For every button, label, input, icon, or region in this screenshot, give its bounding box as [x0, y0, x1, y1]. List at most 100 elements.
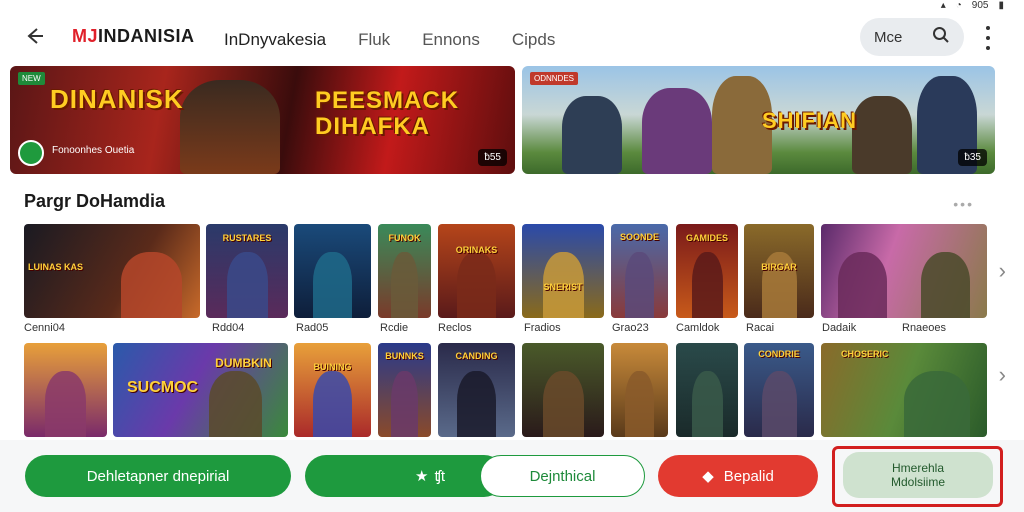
game-art	[313, 252, 352, 318]
chevron-right-icon[interactable]: ›	[999, 258, 1006, 284]
secondary-action-button[interactable]: Dejnthical	[480, 455, 645, 497]
game-caption: Fradios	[524, 322, 561, 334]
section-title: Pargr DoHamdia	[24, 191, 166, 211]
game-tile[interactable]: SNERIST	[522, 224, 604, 318]
game-art	[391, 252, 418, 318]
game-tile[interactable]	[611, 343, 668, 437]
game-tile-title: CANDING	[455, 350, 498, 361]
game-caption: Rnaeoes	[902, 322, 947, 334]
star-icon: ★	[415, 468, 429, 485]
banner-tag: ODNNDES	[530, 72, 579, 85]
game-tile[interactable]: LUINAS KAS	[24, 224, 200, 318]
game-tile-title: CHOSERIC	[841, 348, 889, 359]
game-tile-title: ORINAKS	[455, 244, 498, 255]
banner-subtitle: Fonoonhes Ouetia	[52, 145, 135, 156]
game-caption: Dadaik	[822, 322, 857, 334]
game-caption: Rdd04	[212, 322, 245, 334]
game-caption: Racai	[746, 322, 775, 334]
game-art	[625, 371, 654, 437]
tab-fluk[interactable]: Fluk	[342, 12, 406, 68]
back-arrow-icon[interactable]	[20, 22, 48, 50]
game-tile[interactable]	[821, 224, 987, 318]
game-tile-title: SOONDE	[619, 231, 659, 242]
banner-badge: ƀ35	[958, 149, 987, 166]
game-tile[interactable]	[24, 343, 107, 437]
game-tile-title: SNERIST	[543, 282, 583, 293]
tab-bar: InDnyvakesia Fluk Ennons Cipds	[208, 12, 571, 76]
search-button[interactable]: Mce	[860, 18, 964, 56]
game-tile-title: BIRGAR	[761, 261, 797, 272]
app-logo[interactable]: MJINDANISIA	[72, 26, 195, 47]
game-tile[interactable]: SOONDE	[611, 224, 668, 318]
game-art	[691, 252, 723, 318]
game-tile[interactable]: RUSTARES	[206, 224, 288, 318]
game-tile[interactable]: ORINAKS	[438, 224, 515, 318]
game-caption: Reclos	[438, 322, 472, 334]
game-tile[interactable]: SUCMOC DUMBKIN	[113, 343, 288, 437]
game-caption: Grao23	[612, 322, 649, 334]
game-art	[457, 252, 496, 318]
game-art	[691, 371, 723, 437]
tab-ennons[interactable]: Ennons	[406, 12, 496, 68]
game-tile[interactable]: BUINING	[294, 343, 371, 437]
game-art	[313, 371, 352, 437]
primary-action-button[interactable]: Dehletapner dnepirial	[25, 455, 291, 497]
game-tile[interactable]	[676, 343, 738, 437]
game-art	[44, 371, 87, 437]
logo-mark: MJ	[72, 26, 99, 46]
game-tile-title: CONDRIE	[758, 348, 800, 359]
game-tile[interactable]: BUNNKS	[378, 343, 431, 437]
banner-title-2: PEESMACK DIHAFKA	[315, 87, 460, 140]
game-tile[interactable]	[522, 343, 604, 437]
game-tile-title: DUMBKIN	[215, 356, 272, 371]
rate-count: ʧt	[434, 467, 446, 485]
banner-hero-art	[852, 96, 912, 174]
game-art	[904, 371, 971, 437]
game-tile[interactable]: GAMIDES	[676, 224, 738, 318]
search-icon	[932, 26, 950, 48]
top-bar: MJINDANISIA InDnyvakesia Fluk Ennons Cip…	[0, 12, 1024, 76]
banner-hero-art	[562, 96, 622, 174]
game-tile[interactable]	[294, 224, 371, 318]
game-caption: Rad05	[296, 322, 329, 334]
game-tile[interactable]: CANDING	[438, 343, 515, 437]
search-label: Mce	[874, 28, 903, 46]
section-more-icon[interactable]: •••	[953, 196, 974, 212]
game-tile[interactable]: CONDRIE	[744, 343, 814, 437]
banner-tag: NEW	[18, 72, 45, 85]
game-art	[542, 371, 584, 437]
game-caption: Camldok	[676, 322, 720, 334]
game-tile-title: BUINING	[313, 361, 352, 372]
rate-button[interactable]: ★ ʧt	[305, 455, 505, 497]
danger-action-label: Bepalid	[723, 467, 774, 485]
featured-banner-2[interactable]: ODNNDES SHIFIAN ƀ35	[522, 66, 995, 174]
banner-title: DINANISK	[50, 84, 184, 114]
game-art	[391, 371, 418, 437]
battery-icon: ▮	[998, 0, 1004, 11]
game-tile-title: RUSTARES	[222, 233, 272, 244]
banner-title: SHIFIAN	[762, 108, 857, 133]
game-tile[interactable]: BIRGAR	[744, 224, 814, 318]
game-art	[457, 371, 496, 437]
banner-hero-art	[642, 88, 712, 174]
featured-banner-1[interactable]: NEW DINANISK PEESMACK DIHAFKA Fonoonhes …	[10, 66, 515, 174]
game-tile-title: SUCMOC	[127, 378, 199, 396]
signal-icon: ▴	[940, 0, 946, 11]
game-tile-title: GAMIDES	[685, 233, 728, 244]
game-art	[226, 252, 268, 318]
game-art	[920, 252, 971, 318]
game-tile[interactable]: FUNOK	[378, 224, 431, 318]
game-art	[761, 371, 797, 437]
tab-indonesia[interactable]: InDnyvakesia	[208, 12, 343, 76]
game-tile-title: BUNNKS	[385, 350, 424, 361]
chevron-right-icon[interactable]: ›	[999, 362, 1006, 388]
game-tile[interactable]: CHOSERIC	[821, 343, 987, 437]
tab-cipds[interactable]: Cipds	[496, 12, 571, 68]
publisher-logo-icon	[18, 140, 44, 166]
game-tile-title: FUNOK	[388, 233, 421, 244]
more-options-icon[interactable]	[978, 26, 998, 50]
danger-action-button[interactable]: ◆ Bepalid	[658, 455, 818, 497]
game-caption: Rcdie	[380, 322, 409, 334]
banner-hero-art	[180, 80, 280, 174]
logo-text: INDANISIA	[98, 26, 195, 46]
